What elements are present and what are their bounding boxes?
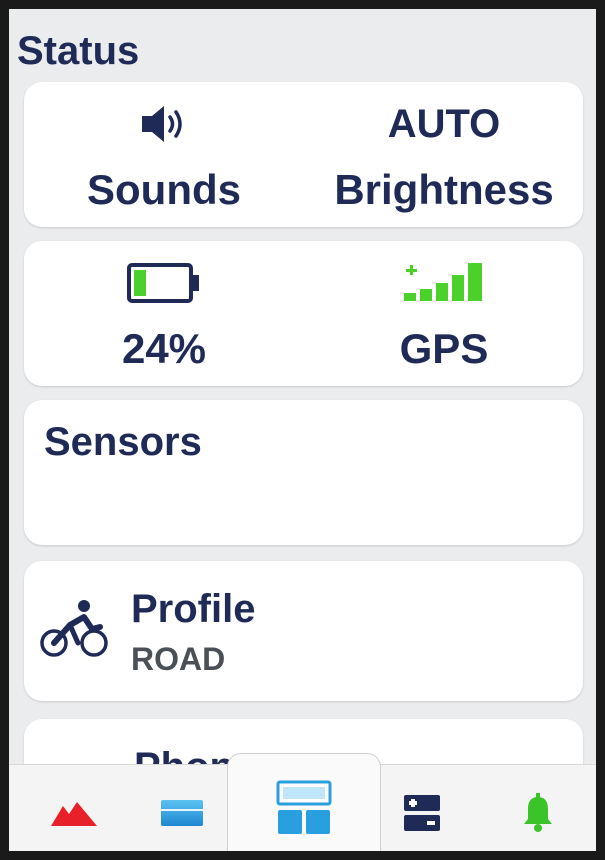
gps-status[interactable]: GPS: [304, 241, 584, 386]
mountain-icon: [51, 802, 97, 826]
profile-card[interactable]: Profile ROAD: [24, 561, 583, 701]
battery-icon: [127, 263, 199, 303]
profile-value: ROAD: [131, 641, 226, 677]
status-screen: Status Sounds AUTO Brightness 24% GPS Se…: [0, 0, 605, 860]
profile-title: Profile: [131, 587, 256, 631]
battery-status[interactable]: 24%: [24, 241, 304, 386]
nav-map-button[interactable]: [29, 765, 119, 851]
widgets-icon: [276, 780, 332, 834]
brightness-button[interactable]: AUTO Brightness: [304, 82, 584, 227]
nav-widgets-button[interactable]: [227, 753, 381, 851]
brightness-value: AUTO: [387, 102, 501, 146]
sounds-label: Sounds: [87, 166, 241, 213]
gps-signal-icon: [404, 263, 482, 301]
controls-icon: [404, 795, 440, 831]
brightness-label: Brightness: [334, 166, 554, 213]
speaker-icon: [142, 106, 182, 142]
sensors-card[interactable]: Sensors: [24, 400, 583, 545]
nav-data-screens-button[interactable]: [137, 765, 227, 851]
sounds-brightness-card: Sounds AUTO Brightness: [24, 82, 583, 227]
battery-gps-card: 24% GPS: [24, 241, 583, 386]
page-title: Status: [17, 29, 140, 73]
bell-icon: [524, 793, 552, 832]
sensors-title: Sensors: [44, 420, 202, 464]
bottom-nav: [9, 753, 596, 851]
cyclist-icon: [40, 600, 108, 657]
card-icon: [161, 800, 203, 826]
gps-label: GPS: [399, 325, 489, 372]
battery-percent: 24%: [121, 325, 207, 372]
nav-notifications-button[interactable]: [493, 765, 583, 851]
nav-controls-button[interactable]: [377, 765, 467, 851]
sounds-button[interactable]: Sounds: [24, 82, 304, 227]
